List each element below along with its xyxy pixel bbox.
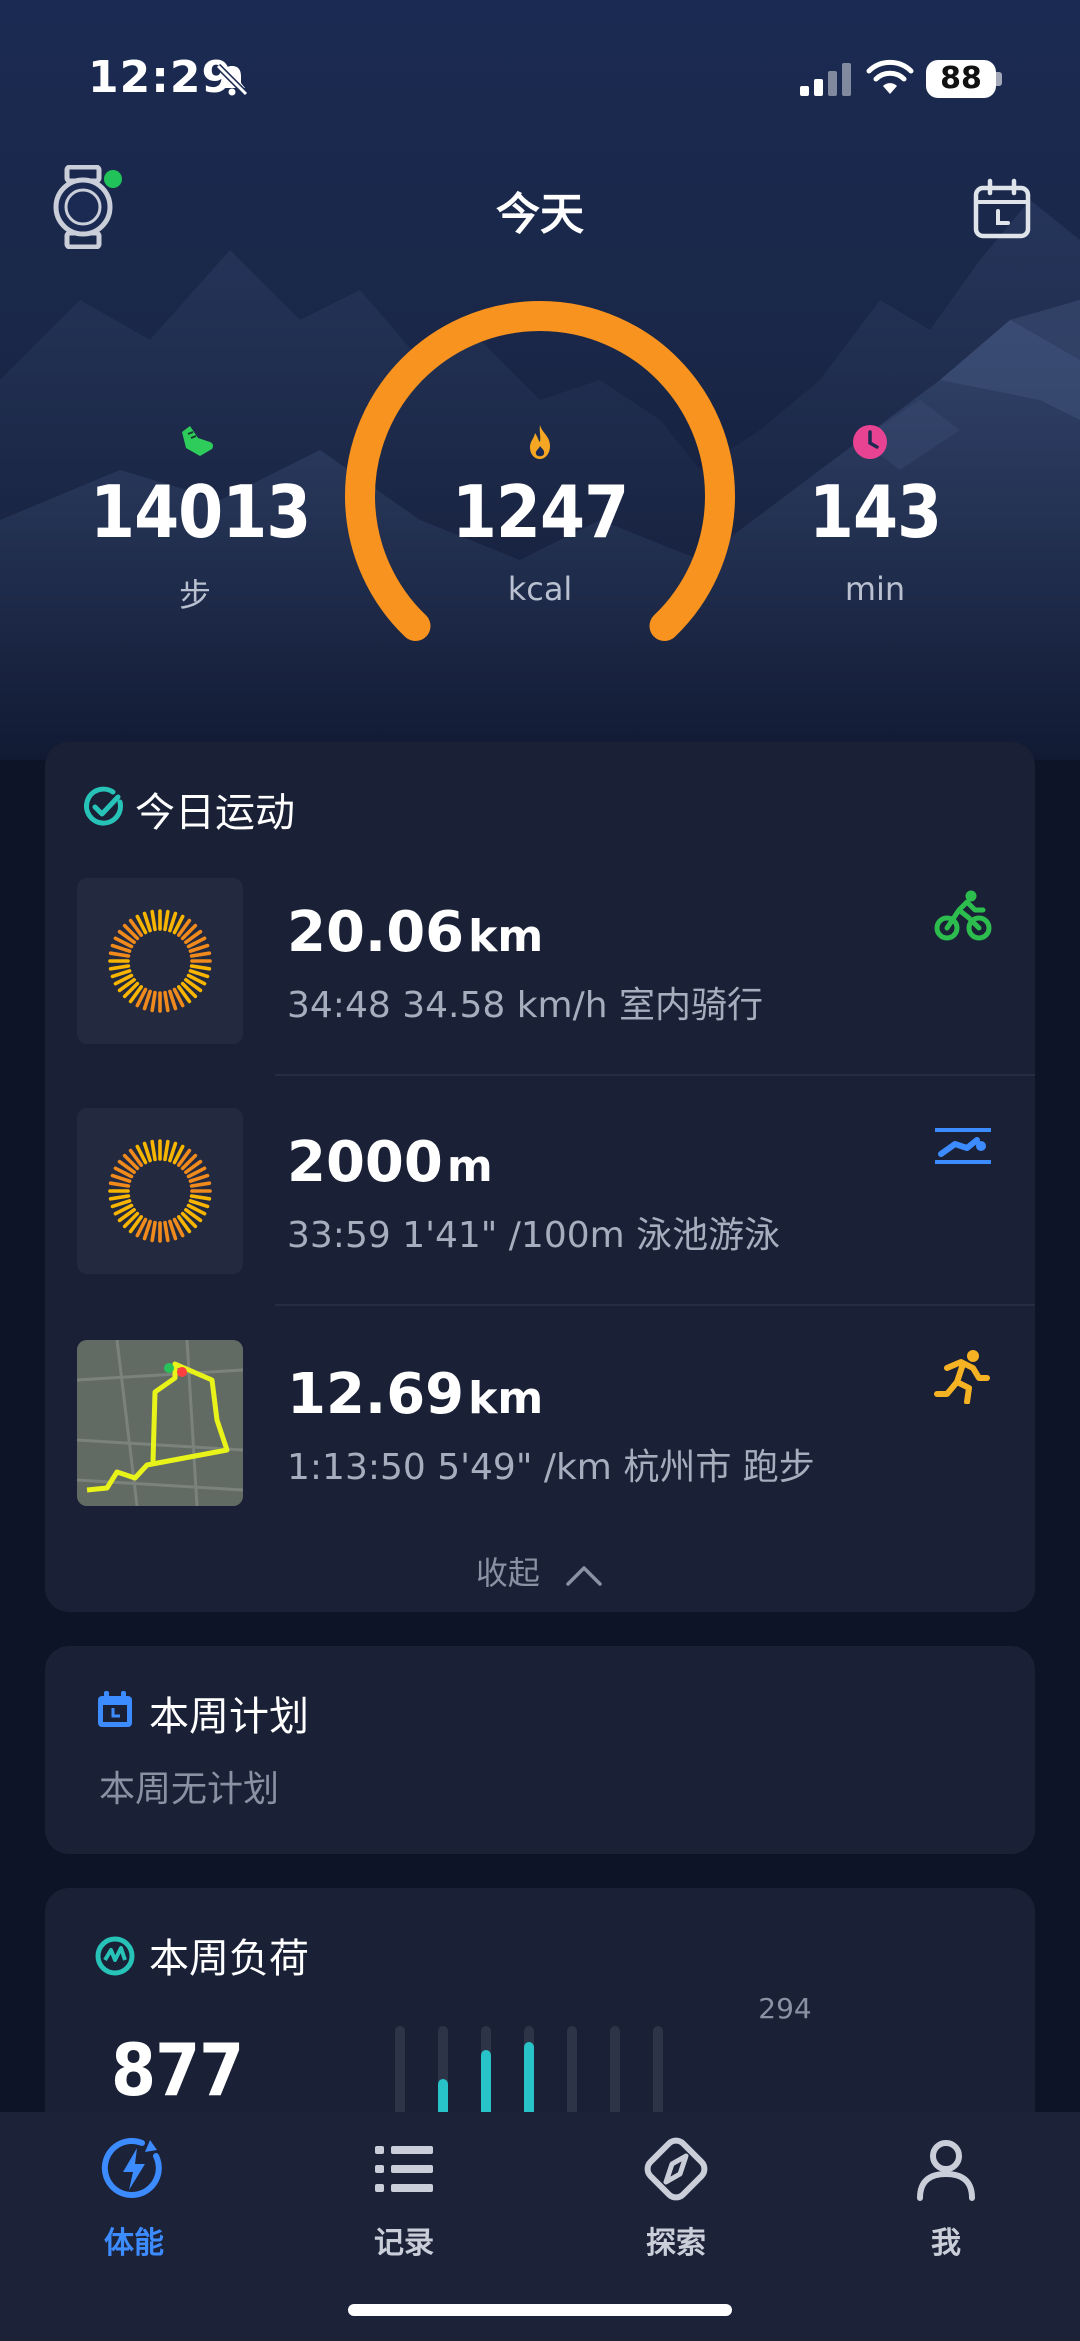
weekly-plan-title: 本周计划: [149, 1694, 309, 1740]
sunburst-ray: [168, 989, 178, 1011]
compass-icon: [644, 2137, 708, 2201]
divider: [275, 1304, 1035, 1306]
minutes-unit: min: [844, 570, 906, 608]
running-icon: [934, 1350, 990, 1404]
sunburst-ray: [142, 1141, 152, 1163]
activity-distance[interactable]: 2000m: [287, 1130, 493, 1195]
sunburst-ray: [163, 1139, 170, 1162]
today-exercise-card: 今日运动 20.06km 34:48 34.58 km/h 室内骑行 2000m…: [45, 742, 1035, 1612]
sunburst-ray: [150, 1220, 157, 1243]
profile-icon: [917, 2140, 975, 2201]
weekly-load-value: 877: [111, 2028, 244, 2112]
today-exercise-title: 今日运动: [135, 790, 295, 836]
steps-value: 14013: [90, 470, 311, 554]
weekly-plan-card[interactable]: 本周计划 本周无计划: [45, 1646, 1035, 1854]
weekly-load-peak-label: 294: [758, 1992, 812, 2025]
nav-tab-fitness[interactable]: 体能: [44, 2134, 224, 2262]
sunburst-chart-icon: [108, 909, 212, 1013]
cycling-icon: [934, 890, 992, 941]
list-icon: [375, 2146, 433, 2192]
nav-label: 我: [931, 2226, 961, 2261]
nav-label: 记录: [374, 2226, 434, 2261]
route-map-thumbnail[interactable]: [77, 1340, 243, 1506]
sunburst-ray: [108, 1194, 131, 1201]
minutes-value: 143: [808, 470, 942, 554]
sunburst-ray: [108, 964, 131, 971]
page-title: 今天: [496, 189, 584, 240]
sunburst-ray: [150, 1139, 157, 1162]
signal-icon: [800, 63, 851, 96]
sunburst-ray: [142, 911, 152, 933]
battery-cap: [996, 72, 1002, 86]
sunburst-ray: [110, 1199, 132, 1209]
sunburst-ray: [142, 1219, 152, 1241]
bell-muted-icon: [215, 63, 249, 97]
sunburst-ray: [163, 1220, 170, 1243]
sunburst-ray: [108, 951, 131, 958]
calendar-icon: [98, 1691, 132, 1727]
calories-unit: kcal: [507, 570, 573, 608]
nav-label: 体能: [104, 2226, 164, 2261]
steps-unit: 步: [178, 576, 211, 614]
sunburst-ray: [168, 1141, 178, 1163]
chevron-up-icon: [566, 1566, 602, 1586]
collapse-button[interactable]: 收起: [45, 1548, 1035, 1594]
sunburst-ray: [110, 943, 132, 953]
clock-icon: [853, 425, 887, 459]
activity-details: 33:59 1'41" /100m 泳池游泳: [287, 1215, 781, 1256]
nav-tab-explore[interactable]: 探索: [586, 2134, 766, 2262]
home-indicator: [348, 2304, 732, 2316]
fitness-icon: [101, 2138, 162, 2198]
load-gauge-icon: [95, 1936, 135, 1976]
activity-details: 1:13:50 5'49" /km 杭州市 跑步: [287, 1447, 815, 1488]
swimming-icon: [935, 1128, 991, 1164]
sunburst-ray: [189, 951, 212, 958]
sunburst-ray: [142, 989, 152, 1011]
sunburst-chart-icon: [108, 1139, 212, 1243]
nav-label: 探索: [646, 2226, 706, 2261]
shoe-icon: [182, 426, 214, 456]
sunburst-ray: [188, 1173, 210, 1183]
sunburst-ray: [108, 1181, 131, 1188]
check-circle-icon: [84, 786, 123, 826]
weekly-plan-empty-text: 本周无计划: [99, 1769, 280, 1810]
activity-details: 34:48 34.58 km/h 室内骑行: [287, 985, 763, 1026]
weekly-load-title: 本周负荷: [149, 1936, 309, 1982]
sunburst-ray: [150, 990, 157, 1013]
activity-distance[interactable]: 20.06km: [287, 900, 543, 965]
sunburst-ray: [168, 1219, 178, 1241]
sunburst-ray: [189, 964, 212, 971]
wifi-icon: [866, 59, 914, 94]
battery-level: 88: [926, 60, 996, 98]
sunburst-ray: [110, 1173, 132, 1183]
connection-status-dot: [104, 170, 122, 188]
flame-icon: [530, 425, 550, 459]
activity-thumbnail[interactable]: [77, 1108, 243, 1274]
sunburst-ray: [188, 1199, 210, 1209]
divider: [275, 1074, 1035, 1076]
calendar-icon[interactable]: [972, 178, 1032, 240]
sunburst-ray: [189, 1181, 212, 1188]
sunburst-ray: [110, 969, 132, 979]
nav-tab-me[interactable]: 我: [856, 2134, 1036, 2262]
activity-distance[interactable]: 12.69km: [287, 1362, 543, 1427]
sunburst-ray: [189, 1194, 212, 1201]
calories-value: 1247: [451, 470, 629, 554]
route-map: [77, 1340, 243, 1506]
sunburst-ray: [163, 990, 170, 1013]
activity-thumbnail[interactable]: [77, 878, 243, 1044]
sunburst-ray: [168, 911, 178, 933]
sunburst-ray: [163, 909, 170, 932]
nav-tab-records[interactable]: 记录: [314, 2134, 494, 2262]
sunburst-ray: [188, 943, 210, 953]
sunburst-ray: [150, 909, 157, 932]
sunburst-ray: [188, 969, 210, 979]
